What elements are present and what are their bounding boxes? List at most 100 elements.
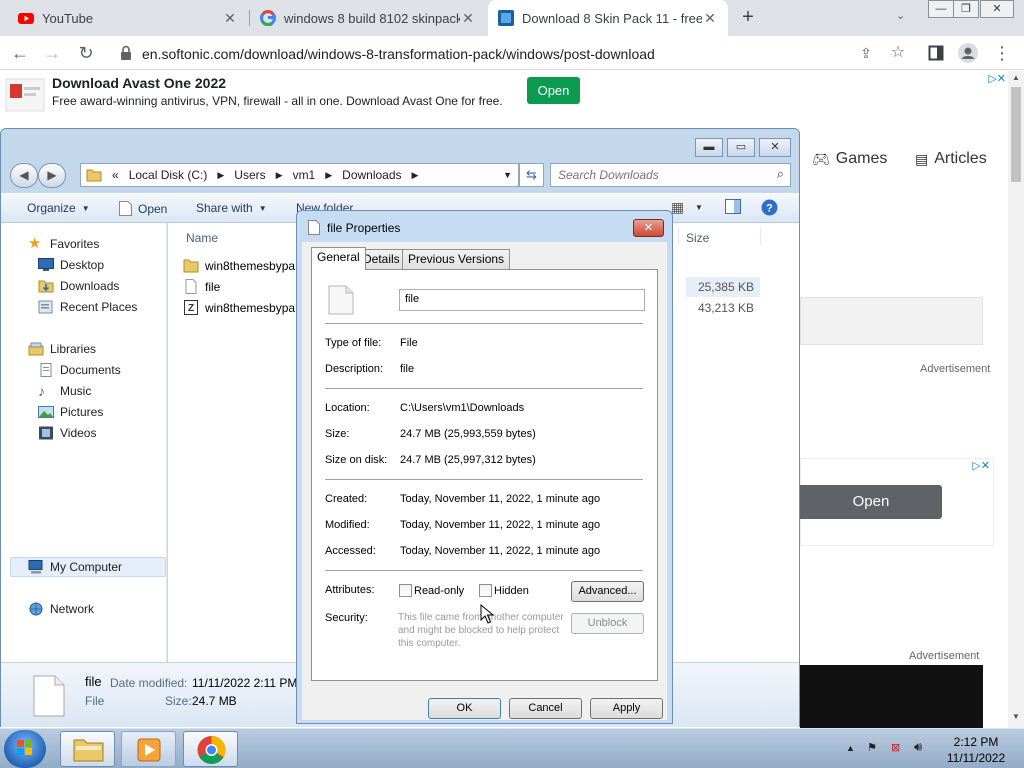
column-header-name[interactable]: Name <box>186 231 218 245</box>
close-tab-icon[interactable]: ✕ <box>222 10 238 27</box>
column-divider[interactable] <box>678 227 679 245</box>
side-panel-icon[interactable] <box>924 41 948 65</box>
cancel-button[interactable]: Cancel <box>509 698 582 719</box>
adchoices-icon[interactable]: ▷✕ <box>962 459 990 473</box>
refresh-icon[interactable]: ⇆ <box>519 163 544 187</box>
nav-recent-places[interactable]: Recent Places <box>38 300 137 314</box>
tab-general[interactable]: General <box>311 247 366 270</box>
nav-documents[interactable]: Documents <box>38 363 121 377</box>
file-row[interactable]: Z win8themesbypa <box>183 300 295 315</box>
nav-games[interactable]: 🎮︎ Games <box>812 150 887 168</box>
new-tab-button[interactable]: + <box>738 6 758 28</box>
nav-music[interactable]: ♪ Music <box>38 384 91 398</box>
profile-avatar-icon[interactable] <box>956 41 980 65</box>
address-bar[interactable]: en.softonic.com/download/windows-8-trans… <box>110 40 918 68</box>
volume-icon[interactable]: 🔊︎ <box>914 739 922 755</box>
view-options-icon[interactable]: ▦ <box>671 199 684 216</box>
breadcrumb-vm1[interactable]: vm1 <box>293 168 316 182</box>
readonly-label[interactable]: Read-only <box>414 585 464 597</box>
search-input[interactable] <box>558 168 758 182</box>
column-divider[interactable] <box>760 227 761 245</box>
ad-open-button[interactable]: Open <box>800 485 942 519</box>
tab-search-chevron-icon[interactable]: ⌄ <box>896 9 905 22</box>
ad-title[interactable]: Download Avast One 2022 <box>52 75 226 91</box>
explorer-address-bar[interactable]: « Local Disk (C:) ▶ Users ▶ vm1 ▶ Downlo… <box>80 163 519 187</box>
chevron-right-icon[interactable]: ▶ <box>276 170 283 181</box>
nav-desktop[interactable]: Desktop <box>38 258 104 272</box>
readonly-checkbox[interactable] <box>399 584 412 597</box>
bookmark-star-icon[interactable]: ☆ <box>886 41 910 65</box>
tab-youtube[interactable]: YouTube ✕ <box>8 0 248 36</box>
minimize-button[interactable]: ▬ <box>695 138 723 157</box>
close-window-button[interactable]: ✕ <box>980 0 1014 18</box>
network-status-icon[interactable]: ⊠ <box>891 741 900 754</box>
nav-my-computer[interactable]: My Computer <box>28 560 122 574</box>
maximize-button[interactable]: ▭ <box>727 138 755 157</box>
nav-videos[interactable]: Videos <box>38 426 96 440</box>
taskbar-chrome[interactable] <box>183 731 238 767</box>
dialog-close-button[interactable]: ✕ <box>633 219 664 237</box>
scroll-up-icon[interactable]: ▲ <box>1008 73 1024 87</box>
reload-icon[interactable]: ↻ <box>74 41 98 65</box>
nav-libraries[interactable]: Libraries <box>28 342 96 356</box>
hidden-label[interactable]: Hidden <box>494 585 529 597</box>
clock-date[interactable]: 11/11/2022 <box>938 751 1014 765</box>
nav-network[interactable]: Network <box>28 602 94 616</box>
breadcrumb-overflow[interactable]: « <box>112 168 119 182</box>
nav-articles[interactable]: ▤ Articles <box>915 150 987 168</box>
close-tab-icon[interactable]: ✕ <box>702 10 718 27</box>
preview-pane-icon[interactable] <box>725 199 741 214</box>
chevron-down-icon[interactable]: ▼ <box>503 170 512 180</box>
nav-downloads[interactable]: Downloads <box>38 279 119 293</box>
organize-button[interactable]: Organize ▼ <box>27 201 90 215</box>
show-hidden-icons[interactable]: ▲ <box>846 743 855 753</box>
maximize-window-button[interactable]: ❐ <box>953 0 979 18</box>
file-row[interactable]: win8themesbypa <box>183 258 295 273</box>
tab-google-search[interactable]: windows 8 build 8102 skinpack f ✕ <box>250 0 486 36</box>
advanced-button[interactable]: Advanced... <box>571 581 644 602</box>
column-header-size[interactable]: Size <box>686 231 709 245</box>
share-icon[interactable]: ⇪ <box>854 41 878 65</box>
search-box[interactable]: ⌕ <box>550 163 791 187</box>
taskbar-media-player[interactable] <box>121 731 176 767</box>
back-arrow-icon[interactable]: ← <box>8 41 32 65</box>
file-name-field[interactable]: file <box>399 289 645 311</box>
adchoices-icon[interactable]: ▷✕ <box>978 72 1006 86</box>
page-scrollbar[interactable]: ▲ ▼ <box>1008 71 1024 728</box>
back-button[interactable]: ◀ <box>10 163 38 188</box>
ad-open-button[interactable]: Open <box>527 77 580 104</box>
forward-button[interactable]: ▶ <box>38 163 66 188</box>
file-properties-dialog: file Properties ✕ General Details Previo… <box>296 210 673 724</box>
chevron-right-icon[interactable]: ▶ <box>325 170 332 181</box>
close-button[interactable]: ✕ <box>759 138 791 157</box>
action-center-icon[interactable]: ⚑ <box>867 741 877 754</box>
menu-kebab-icon[interactable]: ⋮ <box>990 41 1014 65</box>
start-button[interactable] <box>4 730 46 768</box>
breadcrumb-users[interactable]: Users <box>234 168 265 182</box>
chevron-down-icon[interactable]: ▼ <box>695 203 703 212</box>
clock-time[interactable]: 2:12 PM <box>938 735 1014 749</box>
close-tab-icon[interactable]: ✕ <box>460 10 476 27</box>
minimize-window-button[interactable]: — <box>928 0 954 18</box>
search-icon[interactable]: ⌕ <box>777 166 784 182</box>
open-button[interactable]: Open <box>119 201 167 216</box>
tab-softonic[interactable]: Download 8 Skin Pack 11 - free - ✕ <box>488 0 728 36</box>
apply-button[interactable]: Apply <box>590 698 663 719</box>
chevron-right-icon[interactable]: ▶ <box>217 170 224 181</box>
scrollbar-thumb[interactable] <box>1011 87 1021 182</box>
taskbar-explorer[interactable] <box>60 731 115 767</box>
file-row[interactable]: file <box>183 279 220 294</box>
breadcrumb-local-disk[interactable]: Local Disk (C:) <box>129 168 208 182</box>
unblock-button[interactable]: Unblock <box>571 613 644 634</box>
tab-previous-versions[interactable]: Previous Versions <box>402 249 511 269</box>
share-with-button[interactable]: Share with ▼ <box>196 201 267 215</box>
hidden-checkbox[interactable] <box>479 584 492 597</box>
ok-button[interactable]: OK <box>428 698 501 719</box>
chevron-right-icon[interactable]: ▶ <box>412 170 419 181</box>
scroll-down-icon[interactable]: ▼ <box>1008 712 1024 726</box>
breadcrumb-downloads[interactable]: Downloads <box>342 168 401 182</box>
help-icon[interactable]: ? <box>761 199 778 216</box>
nav-favorites[interactable]: ★ Favorites <box>28 236 99 251</box>
nav-pictures[interactable]: Pictures <box>38 405 103 419</box>
forward-arrow-icon[interactable]: → <box>40 41 64 65</box>
